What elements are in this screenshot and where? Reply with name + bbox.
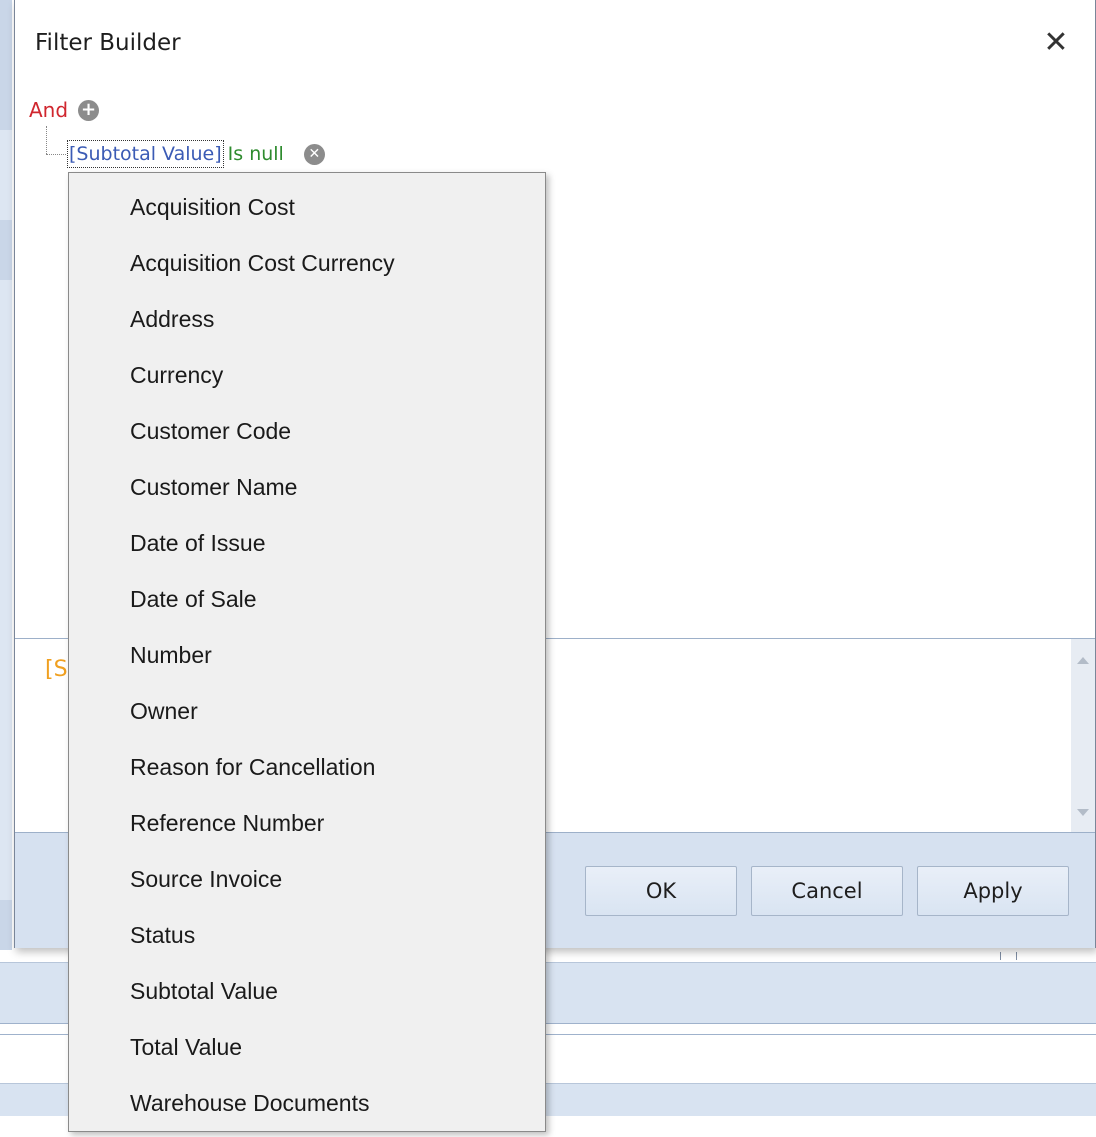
field-option[interactable]: Date of Issue [69,509,545,565]
field-option[interactable]: Source Invoice [69,845,545,901]
field-option[interactable]: Warehouse Documents [69,1069,545,1125]
field-option[interactable]: Reference Number [69,789,545,845]
condition-field[interactable]: [Subtotal Value] [67,140,224,168]
condition-operator[interactable]: Is null [228,143,284,165]
condition-row: [Subtotal Value] Is null ✕ [67,140,325,168]
field-option[interactable]: Address [69,285,545,341]
field-option[interactable]: Owner [69,677,545,733]
field-dropdown: Acquisition Cost Acquisition Cost Curren… [68,172,546,1132]
field-option[interactable]: Customer Name [69,453,545,509]
background-app-edge [0,0,12,950]
field-option[interactable]: Number [69,621,545,677]
expression-text: [S [45,657,68,682]
vertical-scrollbar[interactable] [1071,639,1095,832]
tree-connector [46,154,66,155]
background-column-separator [1000,952,1001,960]
field-option[interactable]: Currency [69,341,545,397]
field-option[interactable]: Reason for Cancellation [69,733,545,789]
add-condition-icon[interactable]: + [78,99,100,121]
group-operator[interactable]: And [29,98,68,122]
group-row: And + [29,98,100,122]
field-option[interactable]: Customer Code [69,397,545,453]
background-panel [0,0,12,130]
field-option[interactable]: Subtotal Value [69,957,545,1013]
field-option[interactable]: Total Value [69,1013,545,1069]
apply-button[interactable]: Apply [917,866,1069,916]
field-option[interactable]: Date of Sale [69,565,545,621]
ok-button[interactable]: OK [585,866,737,916]
field-option[interactable]: Acquisition Cost [69,173,545,229]
remove-condition-icon[interactable]: ✕ [303,143,325,165]
cancel-button[interactable]: Cancel [751,866,903,916]
scroll-up-arrow-icon[interactable] [1077,657,1089,664]
background-panel [0,900,12,950]
field-option[interactable]: Status [69,901,545,957]
scroll-down-arrow-icon[interactable] [1077,809,1089,816]
tree-connector [46,126,47,154]
close-icon[interactable]: ✕ [1039,26,1073,60]
background-panel [0,220,12,280]
background-column-separator [1016,952,1017,960]
field-option[interactable]: Acquisition Cost Currency [69,229,545,285]
dialog-title: Filter Builder [35,30,181,56]
